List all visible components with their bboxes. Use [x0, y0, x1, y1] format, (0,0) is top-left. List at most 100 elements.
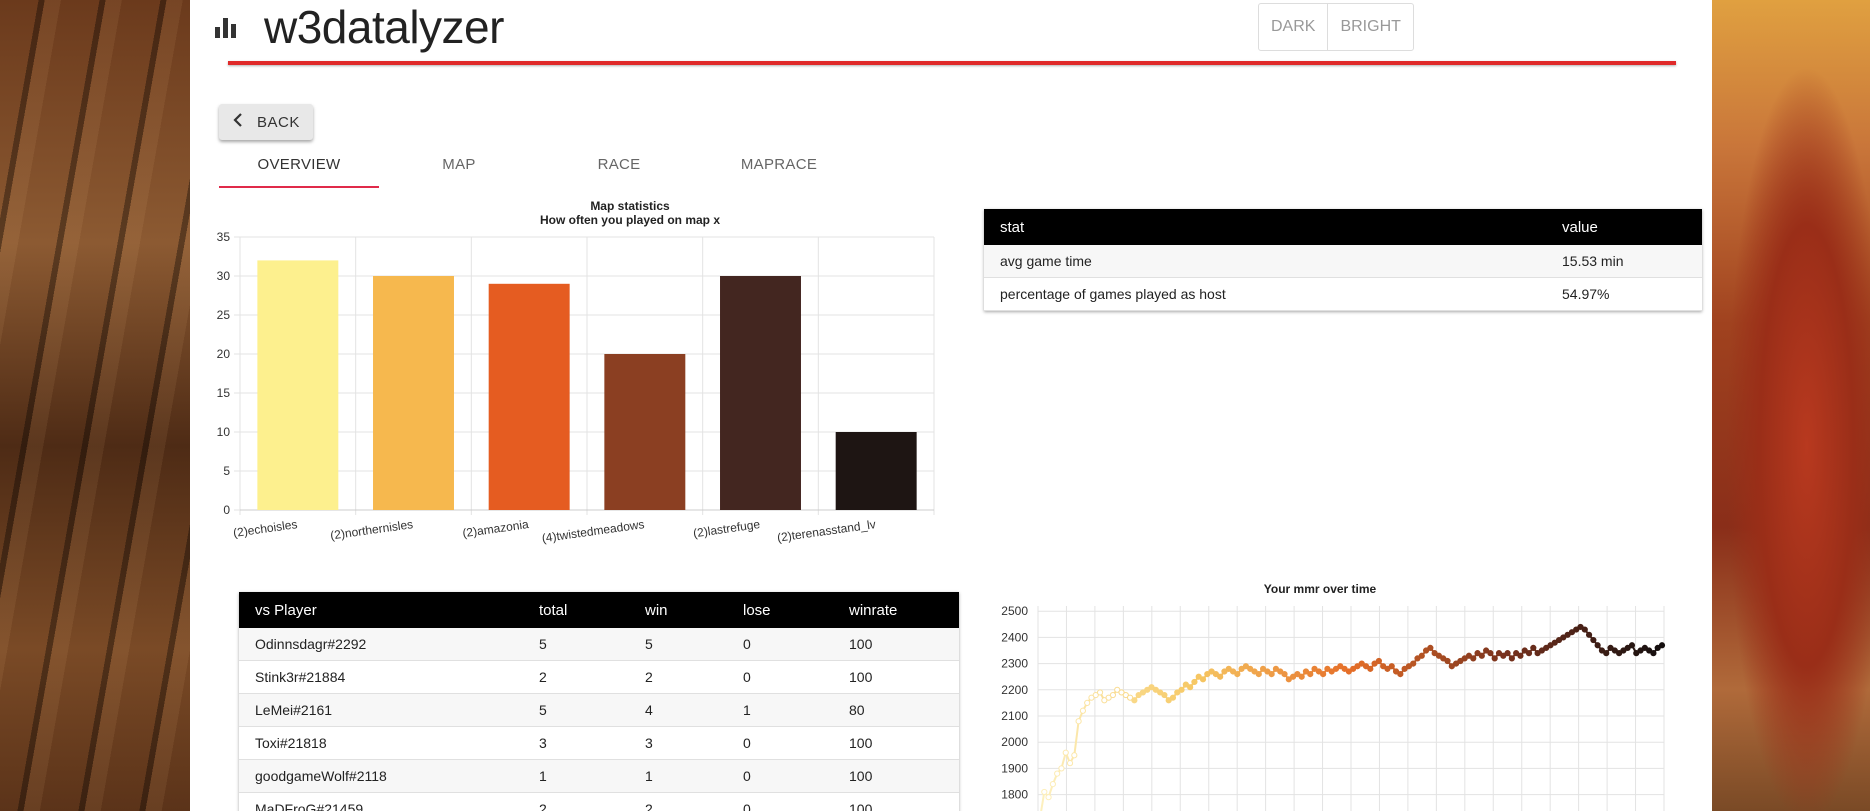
back-button-label: BACK [257, 113, 300, 131]
mmr-point [1058, 765, 1065, 772]
mmr-point [1585, 631, 1593, 638]
back-button[interactable]: BACK [219, 104, 313, 140]
table-row: Stink3r#21884 2 2 0 100 [239, 660, 959, 694]
y-tick-label: 2100 [1001, 709, 1028, 723]
player-name: Odinnsdagr#2292 [239, 628, 523, 661]
bar [373, 276, 454, 510]
total-games: 2 [523, 792, 629, 811]
bright-theme-button[interactable]: BRIGHT [1328, 4, 1412, 50]
mmr-point [1487, 650, 1494, 657]
player-name: goodgameWolf#2118 [239, 759, 523, 793]
stat-name: percentage of games played as host [984, 277, 1546, 311]
mmr-point [1191, 678, 1198, 686]
stat-value: 54.97% [1546, 277, 1702, 311]
player-name: LeMei#2161 [239, 693, 523, 727]
mmr-point [1410, 660, 1417, 667]
background-art-right [1712, 0, 1870, 811]
stats-header-stat: stat [984, 209, 1546, 245]
mmr-point [1199, 676, 1207, 683]
mmr-point [1581, 626, 1588, 633]
players-header-win: win [629, 592, 727, 628]
mmr-point [1066, 760, 1074, 767]
losses: 0 [727, 628, 833, 661]
losses: 0 [727, 792, 833, 811]
mmr-point [1504, 650, 1511, 657]
players-header-player: vs Player [239, 592, 523, 628]
y-tick-label: 20 [217, 347, 231, 361]
stat-value: 15.53 min [1546, 245, 1702, 278]
tab-map[interactable]: MAP [379, 150, 539, 188]
table-row: Toxi#21818 3 3 0 100 [239, 726, 959, 760]
y-tick-label: 1800 [1001, 788, 1028, 802]
mmr-point [1530, 644, 1537, 652]
mmr-point [1049, 780, 1056, 788]
tab-bar: OVERVIEW MAP RACE MAPRACE [219, 150, 859, 188]
mmr-point [1109, 691, 1117, 699]
app-title: w3datalyzer [264, 1, 504, 53]
losses: 0 [727, 726, 833, 760]
players-table: vs Player total win lose winrate Odinnsd… [239, 592, 959, 811]
tab-overview[interactable]: OVERVIEW [219, 150, 379, 188]
stats-table-card: stat value avg game time 15.53 min perce… [984, 209, 1702, 311]
winrate: 100 [833, 759, 959, 793]
map-statistics-chart: 0 5 10 15 20 25 30 35 (2)echoisles (2)northernisl… [217, 230, 935, 545]
wins: 2 [629, 792, 727, 811]
players-header-lose: lose [727, 592, 833, 628]
y-tick-label: 15 [217, 386, 231, 400]
bar-chart-logo-icon [215, 18, 237, 38]
y-tick-label: 2300 [1001, 657, 1028, 671]
y-tick-label: 10 [217, 425, 231, 439]
table-row: goodgameWolf#2118 1 1 0 100 [239, 759, 959, 793]
map-chart-title-text: Map statistics [590, 199, 670, 213]
mmr-point [1397, 670, 1404, 678]
player-name: Toxi#21818 [239, 726, 523, 760]
mmr-point [1161, 691, 1168, 699]
x-tick-label: (2)lastrefuge [692, 517, 761, 540]
background-art-left [0, 0, 190, 811]
mmr-point [1307, 670, 1314, 678]
tab-race[interactable]: RACE [539, 150, 699, 188]
x-tick-label: (2)echoisles [232, 517, 298, 540]
mmr-point [1478, 652, 1485, 659]
winrate: 100 [833, 726, 959, 760]
dark-theme-button[interactable]: DARK [1259, 4, 1329, 50]
mmr-point [1079, 707, 1086, 714]
mmr-point [1169, 694, 1177, 701]
total-games: 5 [523, 693, 629, 727]
wins: 1 [629, 759, 727, 793]
mmr-point [1298, 673, 1305, 680]
player-name: Stink3r#21884 [239, 660, 523, 694]
wins: 5 [629, 628, 727, 661]
mmr-point [1062, 749, 1069, 756]
mmr-line-segment [1073, 721, 1080, 756]
mmr-over-time-chart: 170018001900200021002200230024002500 [1001, 604, 1666, 811]
mmr-chart-title: Your mmr over time [1263, 582, 1377, 596]
mmr-point [1187, 684, 1194, 691]
mmr-point [1178, 686, 1185, 693]
player-name: MaDFroG#21459 [239, 792, 523, 811]
total-games: 2 [523, 660, 629, 694]
y-tick-label: 35 [217, 230, 231, 244]
theme-toggle: DARK BRIGHT [1258, 3, 1414, 51]
tab-maprace[interactable]: MAPRACE [699, 150, 859, 188]
y-tick-label: 1900 [1001, 761, 1028, 775]
mmr-point [1650, 650, 1657, 657]
y-tick-label: 0 [223, 503, 230, 517]
main-panel: w3datalyzer DARK BRIGHT BACK OVERVIEW MA… [190, 0, 1712, 811]
header-divider [228, 61, 1676, 65]
mmr-point [1234, 670, 1241, 678]
stats-header-value: value [1546, 209, 1702, 245]
table-row: avg game time 15.53 min [984, 245, 1702, 278]
stat-name: avg game time [984, 245, 1546, 278]
wins: 4 [629, 693, 727, 727]
mmr-point [1096, 689, 1104, 696]
table-row: percentage of games played as host 54.97… [984, 277, 1702, 311]
mmr-point [1084, 699, 1091, 707]
table-row: Odinnsdagr#2292 5 5 0 100 [239, 628, 959, 661]
mmr-point [1590, 636, 1597, 644]
table-row: MaDFroG#21459 2 2 0 100 [239, 792, 959, 811]
mmr-point [1281, 670, 1288, 678]
mmr-point [1470, 655, 1477, 662]
mmr-point [1041, 788, 1048, 796]
total-games: 5 [523, 628, 629, 661]
